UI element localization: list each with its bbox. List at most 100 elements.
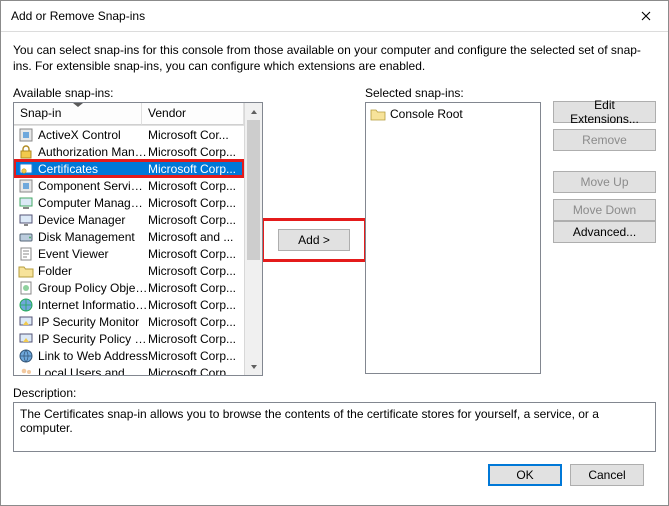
available-rows: ActiveX ControlMicrosoft Cor...Authoriza…	[14, 126, 244, 375]
dialog-content: You can select snap-ins for this console…	[1, 32, 668, 505]
available-row[interactable]: Computer Managem...Microsoft Corp...	[14, 194, 244, 211]
row-name: Device Manager	[38, 213, 148, 227]
folder-icon	[370, 107, 386, 121]
scrollbar[interactable]	[244, 103, 262, 375]
row-vendor: Microsoft Corp...	[148, 332, 240, 346]
component-icon	[18, 178, 34, 194]
scrollbar-down-icon[interactable]	[245, 358, 262, 375]
cancel-button[interactable]: Cancel	[570, 464, 644, 486]
link-icon	[18, 348, 34, 364]
scrollbar-thumb[interactable]	[247, 120, 260, 260]
disk-icon	[18, 229, 34, 245]
iis-icon	[18, 297, 34, 313]
row-vendor: Microsoft Corp...	[148, 264, 240, 278]
available-header: Snap-in Vendor	[14, 103, 244, 126]
auth-icon	[18, 144, 34, 160]
row-vendor: Microsoft and ...	[148, 230, 240, 244]
row-name: Authorization Manager	[38, 145, 148, 159]
row-name: ActiveX Control	[38, 128, 148, 142]
available-row[interactable]: Group Policy Object ...Microsoft Corp...	[14, 279, 244, 296]
available-row[interactable]: Internet Information ...Microsoft Corp..…	[14, 296, 244, 313]
computer-icon	[18, 195, 34, 211]
advanced-button[interactable]: Advanced...	[553, 221, 656, 243]
tree-item-console-root[interactable]: Console Root	[368, 105, 538, 122]
row-name: Event Viewer	[38, 247, 148, 261]
row-name: Component Services	[38, 179, 148, 193]
add-button[interactable]: Add >	[278, 229, 350, 251]
column-header-vendor[interactable]: Vendor	[142, 103, 244, 125]
available-row[interactable]: Local Users and Gro...Microsoft Corp...	[14, 364, 244, 375]
row-name: Disk Management	[38, 230, 148, 244]
window-title: Add or Remove Snap-ins	[11, 9, 624, 23]
users-icon	[18, 365, 34, 376]
available-listbox[interactable]: Snap-in Vendor ActiveX ControlMicrosoft …	[13, 102, 263, 376]
row-vendor: Microsoft Corp...	[148, 281, 240, 295]
available-row[interactable]: IP Security MonitorMicrosoft Corp...	[14, 313, 244, 330]
highlight-box-add: Add >	[261, 218, 367, 262]
row-vendor: Microsoft Corp...	[148, 196, 240, 210]
titlebar: Add or Remove Snap-ins	[1, 1, 668, 32]
available-row[interactable]: CertificatesMicrosoft Corp...	[14, 160, 244, 177]
scrollbar-track[interactable]	[245, 120, 262, 358]
available-panel: Available snap-ins: Snap-in Vendor Activ…	[13, 86, 263, 376]
row-name: Local Users and Gro...	[38, 366, 148, 376]
row-vendor: Microsoft Corp...	[148, 315, 240, 329]
description-section: Description: The Certificates snap-in al…	[13, 386, 656, 452]
middle-column: Add >	[263, 86, 365, 262]
row-name: Folder	[38, 264, 148, 278]
column-header-snapin[interactable]: Snap-in	[14, 103, 142, 125]
folder-icon	[18, 263, 34, 279]
available-row[interactable]: IP Security Policy Ma...Microsoft Corp..…	[14, 330, 244, 347]
row-name: Certificates	[38, 162, 148, 176]
available-row[interactable]: Event ViewerMicrosoft Corp...	[14, 245, 244, 262]
available-row[interactable]: Component ServicesMicrosoft Corp...	[14, 177, 244, 194]
row-vendor: Microsoft Corp...	[148, 298, 240, 312]
available-row[interactable]: FolderMicrosoft Corp...	[14, 262, 244, 279]
available-row[interactable]: Authorization ManagerMicrosoft Corp...	[14, 143, 244, 160]
dialog-window: Add or Remove Snap-ins You can select sn…	[0, 0, 669, 506]
selected-panel: Selected snap-ins: Console Root	[365, 86, 541, 374]
row-vendor: Microsoft Corp...	[148, 145, 240, 159]
description-label: Description:	[13, 386, 656, 400]
row-name: Group Policy Object ...	[38, 281, 148, 295]
right-button-column: Edit Extensions... Remove Move Up Move D…	[541, 86, 656, 243]
row-name: IP Security Policy Ma...	[38, 332, 148, 346]
row-name: Internet Information ...	[38, 298, 148, 312]
row-vendor: Microsoft Corp...	[148, 349, 240, 363]
component-icon	[18, 127, 34, 143]
move-down-button[interactable]: Move Down	[553, 199, 656, 221]
ipsec-icon	[18, 331, 34, 347]
ok-button[interactable]: OK	[488, 464, 562, 486]
ipsec-icon	[18, 314, 34, 330]
close-icon	[641, 11, 651, 21]
edit-extensions-button[interactable]: Edit Extensions...	[553, 101, 656, 123]
cert-icon	[18, 161, 34, 177]
intro-text: You can select snap-ins for this console…	[13, 42, 656, 74]
event-icon	[18, 246, 34, 262]
row-vendor: Microsoft Corp...	[148, 366, 240, 376]
panels: Available snap-ins: Snap-in Vendor Activ…	[13, 86, 656, 376]
available-row[interactable]: ActiveX ControlMicrosoft Cor...	[14, 126, 244, 143]
tree-item-label: Console Root	[390, 107, 463, 121]
description-box: The Certificates snap-in allows you to b…	[13, 402, 656, 452]
row-vendor: Microsoft Cor...	[148, 128, 240, 142]
available-list-inner: Snap-in Vendor ActiveX ControlMicrosoft …	[14, 103, 244, 375]
available-row[interactable]: Disk ManagementMicrosoft and ...	[14, 228, 244, 245]
row-vendor: Microsoft Corp...	[148, 179, 240, 193]
scrollbar-up-icon[interactable]	[245, 103, 262, 120]
move-up-button[interactable]: Move Up	[553, 171, 656, 193]
row-vendor: Microsoft Corp...	[148, 213, 240, 227]
row-name: Link to Web Address	[38, 349, 148, 363]
available-row[interactable]: Device ManagerMicrosoft Corp...	[14, 211, 244, 228]
available-label: Available snap-ins:	[13, 86, 263, 100]
close-button[interactable]	[624, 1, 668, 31]
row-name: IP Security Monitor	[38, 315, 148, 329]
row-vendor: Microsoft Corp...	[148, 162, 240, 176]
remove-button[interactable]: Remove	[553, 129, 656, 151]
row-name: Computer Managem...	[38, 196, 148, 210]
gpo-icon	[18, 280, 34, 296]
selected-tree[interactable]: Console Root	[365, 102, 541, 374]
dialog-buttons: OK Cancel	[13, 452, 656, 498]
selected-label: Selected snap-ins:	[365, 86, 541, 100]
available-row[interactable]: Link to Web AddressMicrosoft Corp...	[14, 347, 244, 364]
